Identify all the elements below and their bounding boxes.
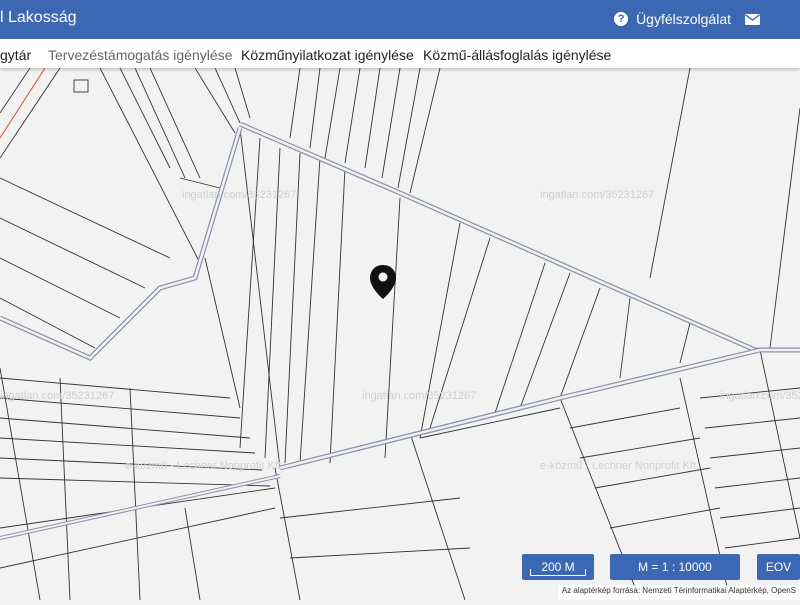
nav-item-utility-statement[interactable]: Közműnyilatkozat igénylése <box>241 47 414 63</box>
projection-label: EOV <box>765 560 792 574</box>
nav-bar: gytár Tervezéstámogatás igénylése Közműn… <box>0 39 800 68</box>
watermark-site: ingatlan.com/35231267 <box>720 390 800 402</box>
parcel-lines <box>0 67 800 601</box>
nav-item-planning-support[interactable]: Tervezéstámogatás igénylése <box>48 47 232 63</box>
support-label: Ügyfélszolgálat <box>636 11 731 27</box>
nav-item-catalog[interactable]: gytár <box>0 47 31 63</box>
scale-ratio-button[interactable]: M = 1 : 10000 <box>610 554 740 580</box>
map-canvas[interactable]: ingatlan.com/35231267 ingatlan.com/35231… <box>0 67 800 601</box>
top-bar: l Lakosság ? Ügyfélszolgálat <box>0 0 800 39</box>
map-attribution: Az alaptérkép forrása: Nemzeti Térinform… <box>557 585 800 600</box>
help-icon: ? <box>614 12 629 26</box>
parcel-map <box>0 67 800 601</box>
watermark-site: ingatlan.com/35231267 <box>182 189 297 201</box>
app-title: l Lakosság <box>0 9 77 26</box>
watermark-provider: e-közmű - Lechner Nonprofit Kft. <box>540 460 699 472</box>
watermark-provider: e-közmű - Lechner Nonprofit Kft. <box>125 460 284 472</box>
watermark-site: ingatlan.com/35231267 <box>540 189 655 201</box>
watermark-site: ingatlan.com/35231267 <box>0 390 115 402</box>
watermark-site: ingatlan.com/35231267 <box>362 390 477 402</box>
scale-indicator: 200 M <box>522 554 594 580</box>
mail-icon[interactable] <box>745 14 760 25</box>
support-link[interactable]: ? Ügyfélszolgálat <box>614 11 731 27</box>
scale-ratio-label: M = 1 : 10000 <box>638 560 712 574</box>
scale-bar <box>530 569 586 576</box>
nav-item-utility-position[interactable]: Közmű-állásfoglalás igénylése <box>423 47 611 63</box>
projection-button[interactable]: EOV <box>757 554 800 580</box>
map-pin-icon <box>370 265 396 299</box>
